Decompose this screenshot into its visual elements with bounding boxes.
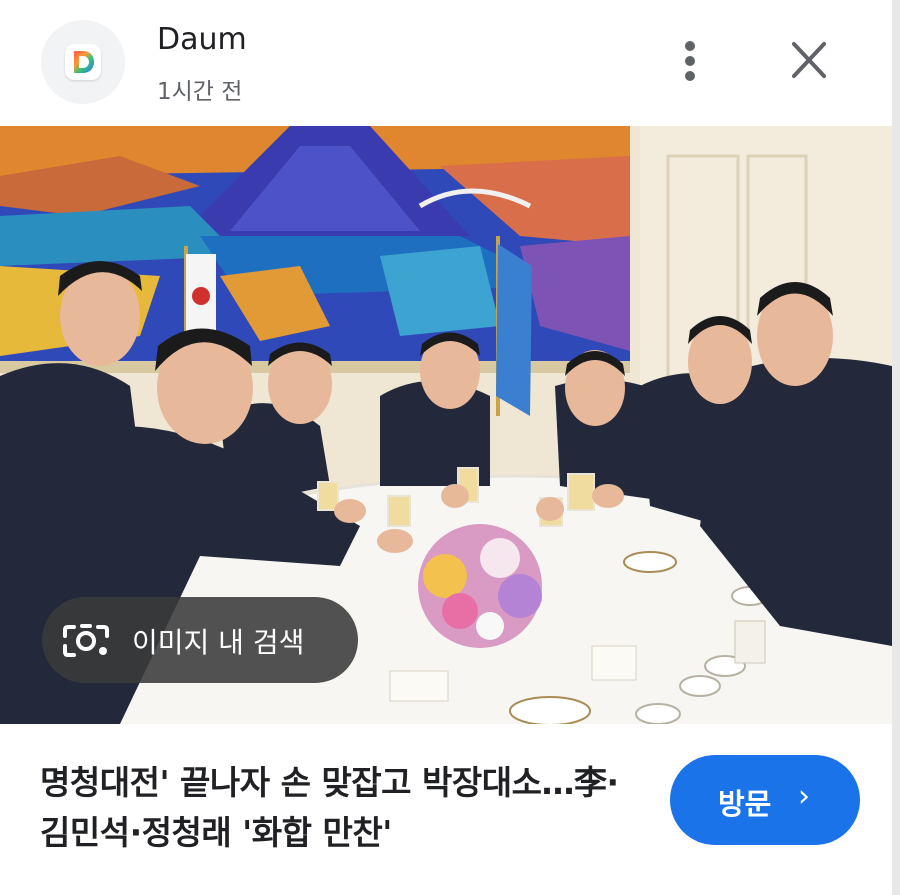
visit-button[interactable]: 방문 › [670, 755, 860, 845]
article-caption[interactable]: 명청대전' 끝나자 손 맞잡고 박장대소…李·김민석·정청래 '화합 만찬' [40, 758, 640, 858]
source-logo [41, 20, 125, 104]
source-name: Daum [157, 22, 247, 57]
close-icon [792, 42, 826, 78]
more-vert-icon [685, 41, 695, 51]
search-in-image-label: 이미지 내 검색 [132, 626, 305, 659]
source-time: 1시간 전 [157, 79, 243, 105]
news-photo[interactable]: 이미지 내 검색 [0, 126, 892, 724]
search-in-image-chip[interactable]: 이미지 내 검색 [42, 597, 358, 683]
google-lens-icon [63, 624, 109, 657]
visit-label: 방문 [718, 787, 772, 821]
result-header: Daum 1시간 전 [0, 0, 900, 126]
chevron-right-icon: › [798, 779, 810, 814]
close-button[interactable] [785, 38, 833, 84]
daum-logo-icon [65, 44, 101, 80]
scroll-edge [892, 0, 900, 895]
more-options-button[interactable] [670, 38, 710, 84]
